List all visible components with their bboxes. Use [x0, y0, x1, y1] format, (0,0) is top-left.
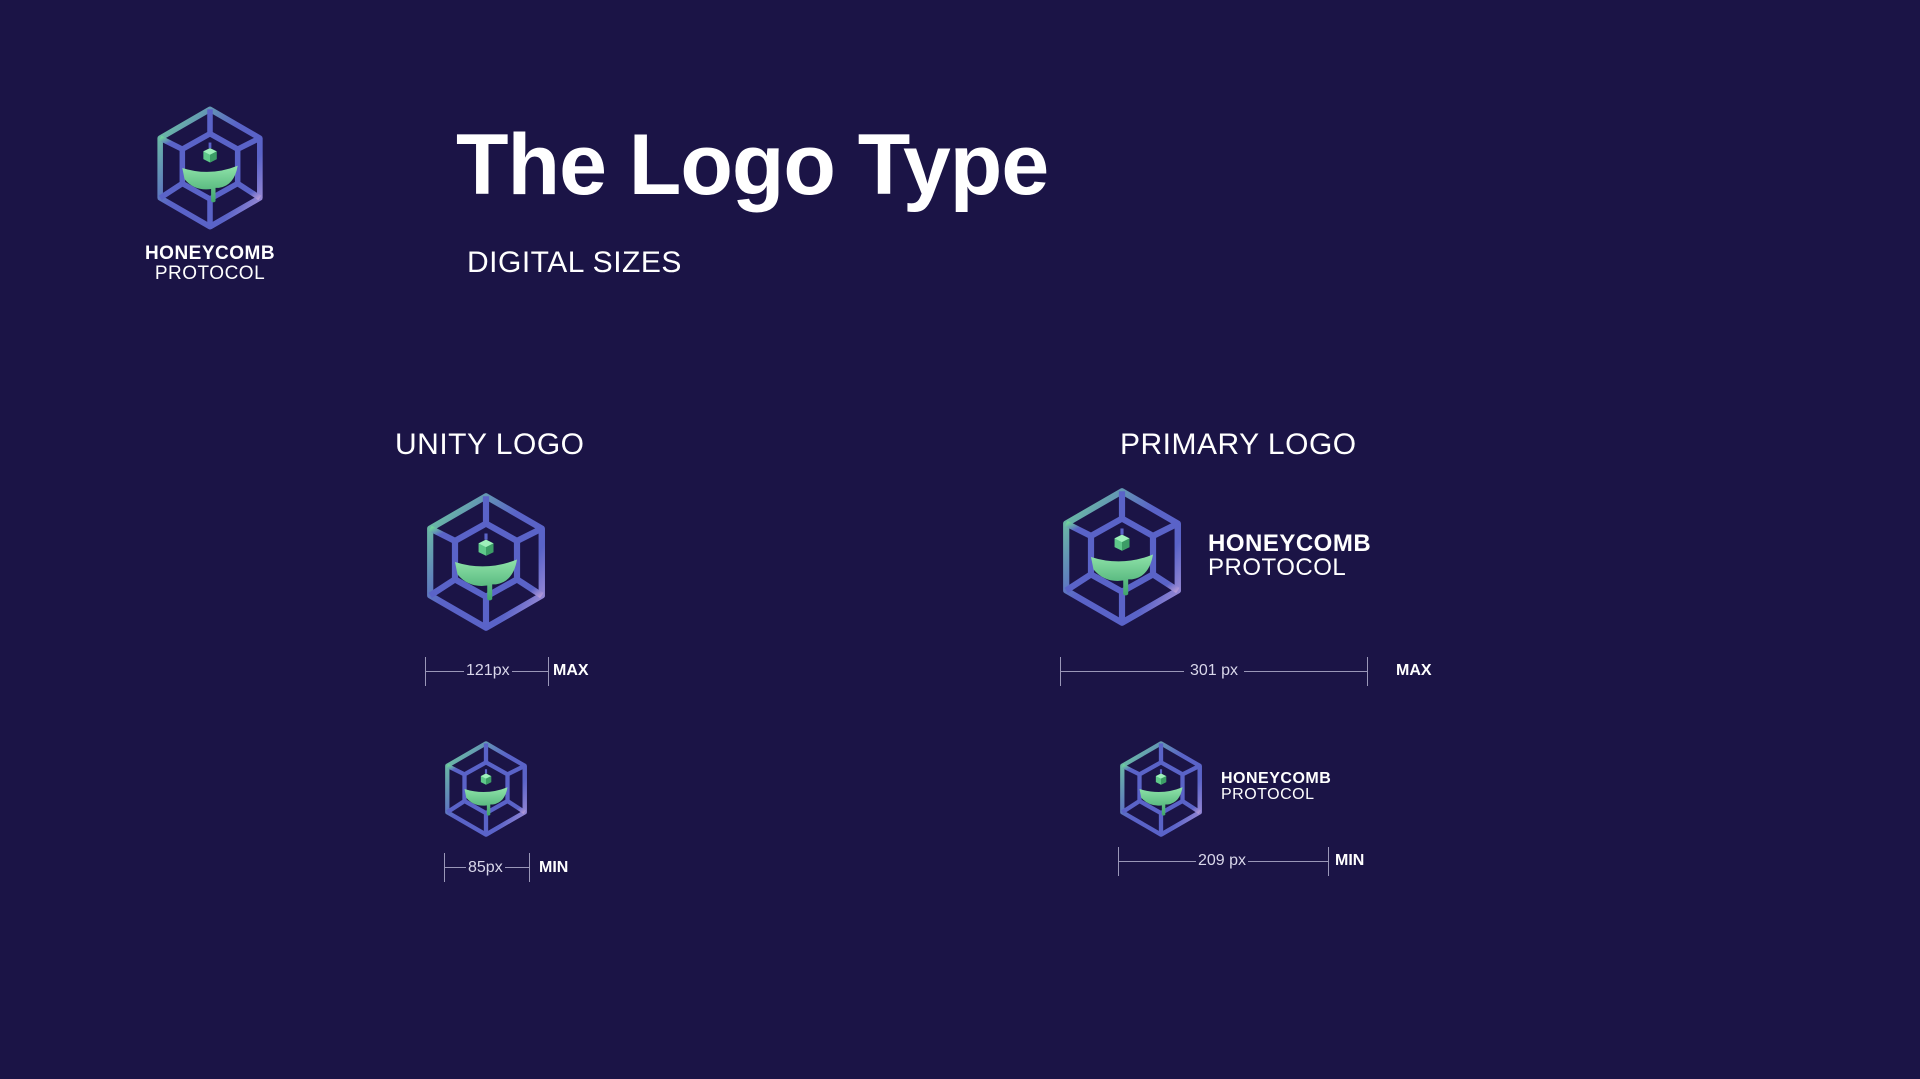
brand-name-line2: PROTOCOL — [154, 263, 266, 284]
measure-tick-right — [1328, 847, 1329, 876]
primary-max-tag: MAX — [1396, 662, 1432, 679]
primary-min-size-label: 209 px — [1196, 852, 1249, 869]
primary-min-wordmark: HONEYCOMB PROTOCOL — [1221, 771, 1331, 803]
primary-logo-min-icon — [1118, 740, 1204, 838]
primary-min-tag: MIN — [1335, 852, 1365, 869]
brand-name-line1: HONEYCOMB — [144, 243, 276, 264]
primary-logo-max-icon — [1060, 487, 1184, 627]
page-title: The Logo Type — [456, 117, 1049, 213]
primary-max-name-line2: PROTOCOL — [1208, 554, 1347, 581]
honeycomb-logo-icon — [154, 106, 266, 230]
measure-tick-right — [529, 853, 530, 882]
primary-min-name-line1: HONEYCOMB — [1221, 770, 1332, 787]
page-subtitle: DIGITAL SIZES — [467, 246, 682, 279]
unity-max-size-label: 121px — [464, 662, 512, 679]
unity-logo-max-icon — [424, 491, 548, 633]
unity-min-size-label: 85px — [466, 859, 505, 876]
primary-max-name-line1: HONEYCOMB — [1208, 530, 1372, 557]
unity-logo-heading: UNITY LOGO — [395, 428, 585, 461]
unity-logo-min-icon — [443, 740, 529, 838]
measure-tick-right — [548, 657, 549, 686]
primary-max-wordmark: HONEYCOMB PROTOCOL — [1208, 532, 1371, 580]
primary-min-name-line2: PROTOCOL — [1221, 786, 1315, 803]
unity-max-tag: MAX — [553, 662, 589, 679]
unity-min-tag: MIN — [539, 859, 569, 876]
measure-tick-right — [1367, 657, 1368, 686]
primary-logo-heading: PRIMARY LOGO — [1120, 428, 1357, 461]
primary-max-size-label: 301 px — [1184, 663, 1245, 679]
brand-wordmark: HONEYCOMB PROTOCOL — [140, 244, 280, 283]
